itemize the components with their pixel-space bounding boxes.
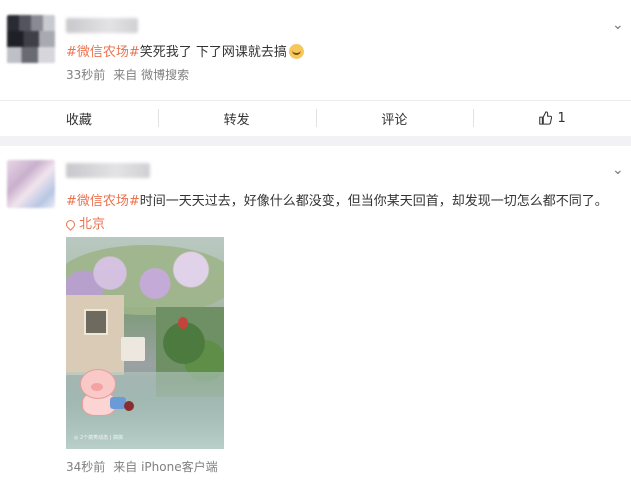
username-blurred[interactable]	[66, 163, 150, 178]
feed-separator	[0, 136, 631, 146]
post-content: #微信农场#时间一天天过去，好像什么都没变，但当你某天回首，却发现一切怎么都不同…	[66, 190, 608, 209]
location-label: 北京	[79, 217, 106, 232]
location-link[interactable]: 北京	[64, 213, 106, 232]
favorite-label: 收藏	[65, 112, 92, 128]
post-meta: 33秒前 来自 微博搜索	[66, 66, 197, 83]
like-button[interactable]: 1	[473, 101, 631, 135]
topic-link[interactable]: #微信农场#	[66, 194, 140, 209]
post-text: 时间一天天过去，好像什么都没变，但当你某天回首，却发现一切怎么都不同了。	[139, 194, 608, 209]
image-watermark: ◎ 2个搞笑动态 | 搞搞	[74, 435, 123, 441]
post-time[interactable]: 34秒前	[66, 460, 105, 474]
thumbs-up-icon	[539, 111, 553, 125]
post-source[interactable]: 来自 微博搜索	[113, 68, 189, 82]
laughing-face-icon	[288, 44, 304, 59]
post-text: 笑死我了 下了网课就去搞	[139, 45, 287, 60]
repost-label: 转发	[223, 112, 250, 128]
user-avatar[interactable]	[7, 15, 55, 63]
favorite-button[interactable]: 收藏	[0, 101, 158, 135]
comment-label: 评论	[381, 112, 408, 128]
comment-button[interactable]: 评论	[315, 101, 474, 135]
chevron-down-icon[interactable]: ⌄	[612, 162, 624, 178]
user-avatar[interactable]	[7, 160, 55, 208]
username-blurred[interactable]	[66, 18, 138, 33]
like-count: 1	[557, 110, 566, 126]
post-time[interactable]: 33秒前	[66, 68, 105, 82]
topic-link[interactable]: #微信农场#	[66, 45, 140, 60]
post-meta: 34秒前 来自 iPhone客户端	[66, 458, 226, 475]
post-action-bar: 收藏 转发 评论 1	[0, 100, 631, 135]
location-pin-icon	[64, 218, 77, 231]
post-source[interactable]: 来自 iPhone客户端	[113, 460, 217, 474]
post-image[interactable]: ◎ 2个搞笑动态 | 搞搞	[66, 237, 224, 449]
post-content: #微信农场#笑死我了 下了网课就去搞	[66, 41, 304, 60]
chevron-down-icon[interactable]: ⌄	[612, 17, 624, 33]
repost-button[interactable]: 转发	[157, 101, 316, 135]
